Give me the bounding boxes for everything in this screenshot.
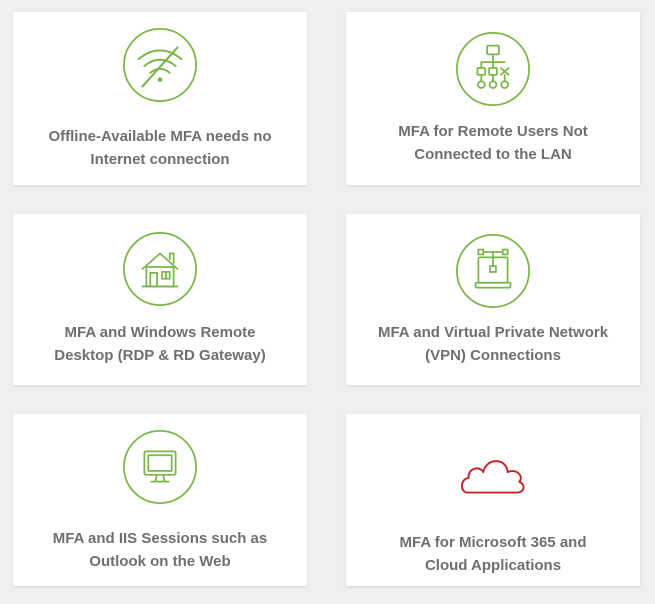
wifi-off-icon bbox=[121, 26, 199, 104]
card-title: MFA and Virtual Private Network (VPN) Co… bbox=[377, 324, 609, 364]
feature-card-cloud-apps[interactable]: MFA for Microsoft 365 and Cloud Applicat… bbox=[346, 414, 640, 586]
feature-card-remote-users[interactable]: MFA for Remote Users Not Connected to th… bbox=[346, 12, 640, 185]
monitor-icon bbox=[121, 428, 199, 506]
network-hierarchy-icon bbox=[454, 30, 532, 108]
card-title: MFA and IIS Sessions such as Outlook on … bbox=[52, 530, 268, 570]
feature-card-iis-sessions[interactable]: MFA and IIS Sessions such as Outlook on … bbox=[13, 414, 307, 586]
feature-card-vpn[interactable]: MFA and Virtual Private Network (VPN) Co… bbox=[346, 214, 640, 385]
vpn-network-icon bbox=[454, 232, 532, 310]
house-icon bbox=[121, 230, 199, 308]
card-title: Offline-Available MFA needs no Internet … bbox=[48, 128, 272, 168]
card-title: MFA for Microsoft 365 and Cloud Applicat… bbox=[399, 534, 587, 574]
card-title: MFA and Windows Remote Desktop (RDP & RD… bbox=[54, 324, 266, 364]
cloud-icon bbox=[454, 436, 532, 514]
feature-card-remote-desktop[interactable]: MFA and Windows Remote Desktop (RDP & RD… bbox=[13, 214, 307, 385]
card-title: MFA for Remote Users Not Connected to th… bbox=[398, 123, 588, 163]
feature-card-offline-mfa[interactable]: Offline-Available MFA needs no Internet … bbox=[13, 12, 307, 185]
